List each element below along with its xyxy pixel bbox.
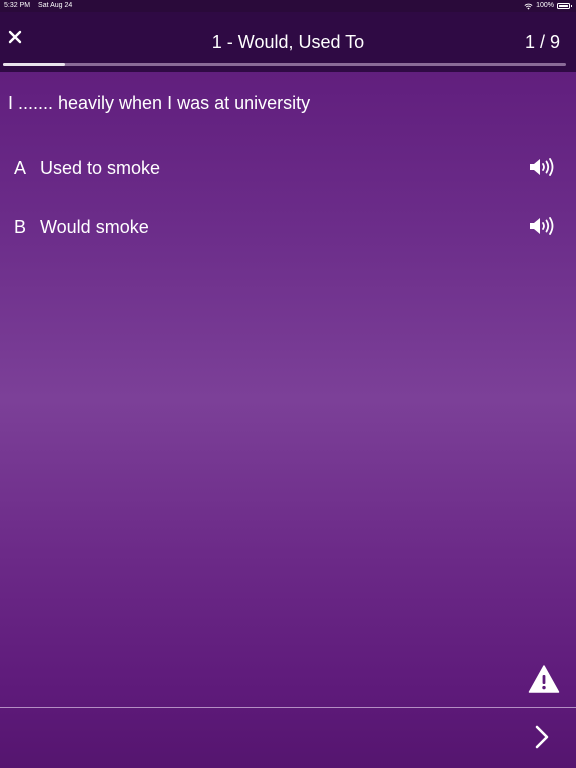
speaker-button[interactable] [528,215,556,237]
report-button[interactable] [528,664,560,694]
status-date: Sat Aug 24 [38,2,73,9]
status-bar: 5:32 PM Sat Aug 24 100% [0,0,576,12]
option-b[interactable]: B Would smoke [0,205,576,249]
status-left: 5:32 PM Sat Aug 24 [4,0,78,12]
lesson-title: 1 - Would, Used To [211,32,365,52]
speaker-icon [530,158,554,176]
chevron-right-icon [535,725,549,749]
footer-divider [0,707,576,708]
battery-icon [557,3,572,9]
progress-bar [3,63,566,66]
progress-fill [3,63,65,66]
question-counter: 1 / 9 [524,32,560,52]
option-text: Used to smoke [40,158,161,178]
option-text: Would smoke [40,217,149,237]
option-letter: A [14,158,27,178]
battery-percent: 100% [536,2,554,9]
wifi-icon [524,3,533,10]
question-text: I ....... heavily when I was at universi… [8,93,311,113]
speaker-icon [530,217,554,235]
header: 1 - Would, Used To 1 / 9 [0,12,576,72]
option-letter: B [14,217,27,237]
status-time: 5:32 PM [4,2,31,9]
next-button[interactable] [528,722,556,752]
warning-icon [528,665,560,693]
option-a[interactable]: A Used to smoke [0,146,576,190]
status-right: 100% [524,0,572,12]
speaker-button[interactable] [528,156,556,178]
